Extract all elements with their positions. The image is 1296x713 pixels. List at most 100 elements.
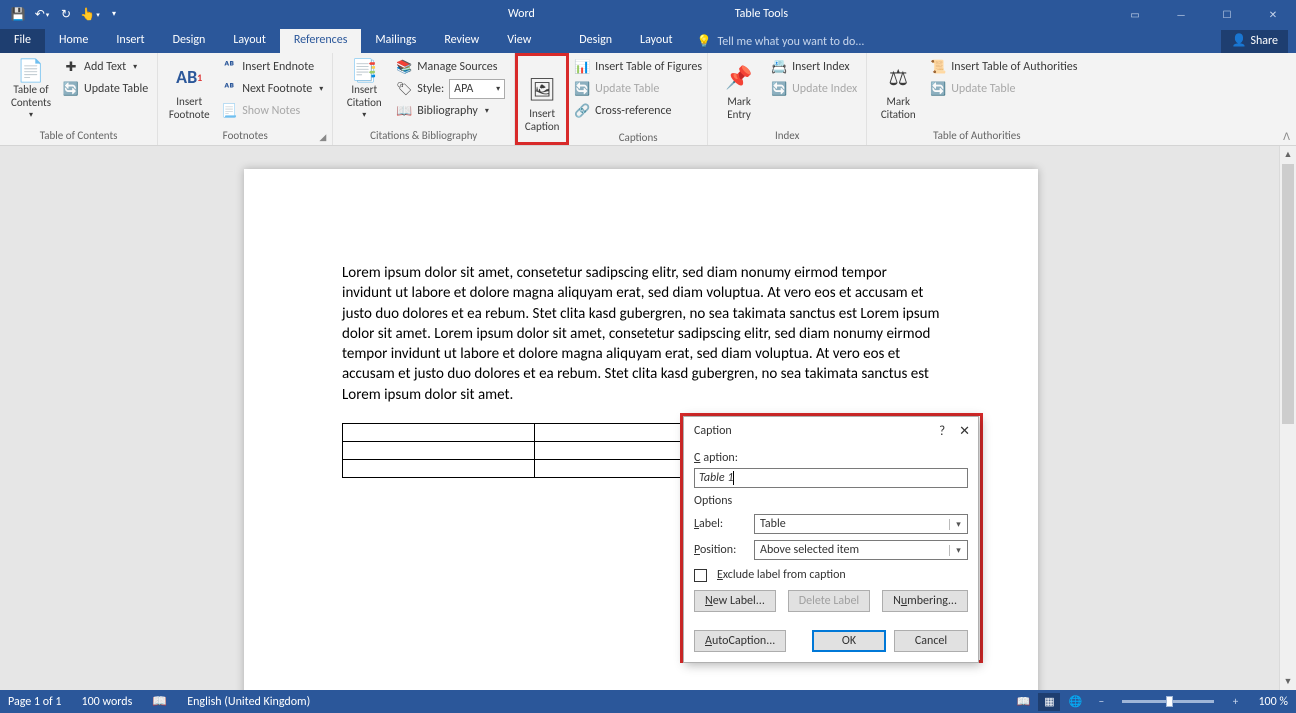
book-icon: 📖 (152, 694, 167, 709)
close-button[interactable]: ✕ (959, 424, 970, 439)
qat-customize[interactable]: ▾ (102, 2, 126, 26)
title-area: Word Table Tools (508, 7, 788, 21)
text-cursor (733, 471, 734, 485)
undo-button[interactable]: ↶▾ (30, 2, 54, 26)
group-toc: 📄 Table of Contents ▾ ✚Add Text▾ 🔄Update… (0, 53, 158, 145)
endnote-icon: ᴬᴮ (221, 59, 237, 75)
group-label-toc: Table of Contents (4, 127, 153, 145)
statusbar: Page 1 of 1 100 words 📖 English (United … (0, 690, 1296, 713)
cancel-button[interactable]: Cancel (894, 630, 968, 652)
scroll-down-arrow[interactable]: ▼ (1280, 673, 1296, 690)
chevron-down-icon: ▾ (949, 545, 964, 556)
caption-dialog: Caption ? ✕ Caption: Table 1 Options Lab… (683, 416, 979, 663)
tab-layout[interactable]: Layout (219, 29, 280, 53)
style-icon: 🏷 (396, 81, 412, 97)
autocaption-button[interactable]: AutoCaption... (694, 630, 786, 652)
new-label-button[interactable]: New Label... (694, 590, 776, 612)
delete-label-button: Delete Label (788, 590, 870, 612)
tab-view[interactable]: View (493, 29, 545, 53)
tab-table-layout[interactable]: Layout (626, 29, 687, 53)
tab-home[interactable]: Home (45, 29, 102, 53)
chevron-down-icon: ▾ (362, 109, 366, 122)
bibliography-button[interactable]: 📖Bibliography▾ (391, 100, 510, 122)
update-index-button[interactable]: 🔄Update Index (766, 78, 862, 100)
titlebar: 💾 ↶▾ ↻ 👆▾ ▾ Word Table Tools ▭ — ☐ ✕ (0, 0, 1296, 28)
insert-toa-button[interactable]: 📜Insert Table of Authorities (925, 56, 1082, 78)
tab-design[interactable]: Design (159, 29, 220, 53)
mark-entry-button[interactable]: 📌 Mark Entry (712, 56, 766, 122)
tab-file[interactable]: File (0, 29, 45, 53)
caption-input[interactable]: Table 1 (694, 468, 968, 488)
touch-mode-button[interactable]: 👆▾ (78, 2, 102, 26)
sources-icon: 📚 (396, 59, 412, 75)
zoom-in-button[interactable]: + (1224, 693, 1246, 711)
ribbon-display-options[interactable]: ▭ (1112, 0, 1158, 28)
proofing-button[interactable]: 📖 (152, 694, 167, 709)
scroll-thumb[interactable] (1282, 164, 1294, 424)
manage-sources-button[interactable]: 📚Manage Sources (391, 56, 510, 78)
show-notes-button[interactable]: 📃Show Notes (216, 100, 328, 122)
tab-references[interactable]: References (280, 29, 362, 53)
zoom-slider[interactable] (1122, 700, 1214, 703)
insert-footnote-button[interactable]: AB1 Insert Footnote (162, 56, 216, 122)
redo-button[interactable]: ↻ (54, 2, 78, 26)
collapse-ribbon-button[interactable]: ᐱ (1283, 130, 1290, 143)
minimize-button[interactable]: — (1158, 0, 1204, 28)
word-count[interactable]: 100 words (82, 695, 133, 709)
group-label-captions: Captions (569, 129, 707, 147)
insert-index-button[interactable]: 📇Insert Index (766, 56, 862, 78)
paragraph[interactable]: Lorem ipsum dolor sit amet, consetetur s… (342, 263, 940, 405)
tell-me-search[interactable]: 💡 Tell me what you want to do... (697, 34, 865, 53)
update-tof-button[interactable]: 🔄Update Table (569, 78, 707, 100)
tab-mailings[interactable]: Mailings (361, 29, 430, 53)
page-count[interactable]: Page 1 of 1 (8, 695, 62, 709)
read-mode-button[interactable]: 📖 (1012, 693, 1034, 711)
close-window-button[interactable]: ✕ (1250, 0, 1296, 28)
bibliography-icon: 📖 (396, 103, 412, 119)
zoom-level[interactable]: 100 % (1258, 695, 1288, 709)
caption-icon: 🖼 (526, 73, 558, 105)
group-index: 📌 Mark Entry 📇Insert Index 🔄Update Index… (708, 53, 867, 145)
cross-reference-button[interactable]: 🔗Cross-reference (569, 100, 707, 122)
ok-button[interactable]: OK (812, 630, 886, 652)
cross-ref-icon: 🔗 (574, 103, 590, 119)
web-layout-button[interactable]: 🌐 (1064, 693, 1086, 711)
share-button[interactable]: 👤 Share (1221, 30, 1288, 53)
mark-citation-icon: ⚖ (882, 61, 914, 93)
insert-caption-button[interactable]: 🖼 Insert Caption (515, 53, 569, 145)
label-select[interactable]: Table▾ (754, 514, 968, 534)
scroll-up-arrow[interactable]: ▲ (1280, 146, 1296, 163)
zoom-out-button[interactable]: − (1090, 693, 1112, 711)
print-layout-button[interactable]: ▦ (1038, 693, 1060, 711)
toc-button[interactable]: 📄 Table of Contents ▾ (4, 56, 58, 122)
mark-citation-button[interactable]: ⚖ Mark Citation (871, 56, 925, 122)
update-toc-button[interactable]: 🔄Update Table (58, 78, 153, 100)
save-button[interactable]: 💾 (6, 2, 30, 26)
vertical-scrollbar[interactable]: ▲ ▼ (1279, 146, 1296, 690)
tab-review[interactable]: Review (430, 29, 493, 53)
insert-endnote-button[interactable]: ᴬᴮInsert Endnote (216, 56, 328, 78)
maximize-button[interactable]: ☐ (1204, 0, 1250, 28)
position-select[interactable]: Above selected item▾ (754, 540, 968, 560)
insert-citation-button[interactable]: 📑 Insert Citation ▾ (337, 56, 391, 122)
update-icon: 🔄 (63, 81, 79, 97)
help-button[interactable]: ? (939, 424, 945, 439)
chevron-down-icon: ▾ (496, 84, 500, 94)
style-select[interactable]: APA▾ (449, 79, 505, 99)
options-label: Options (694, 494, 968, 508)
next-footnote-button[interactable]: ᴬᴮNext Footnote▾ (216, 78, 328, 100)
insert-table-of-figures-button[interactable]: 📊Insert Table of Figures (569, 56, 707, 78)
group-label-citations: Citations & Bibliography (337, 127, 510, 145)
add-text-button[interactable]: ✚Add Text▾ (58, 56, 153, 78)
exclude-checkbox[interactable] (694, 569, 707, 582)
dialog-launcher-icon[interactable]: ◢ (319, 132, 326, 143)
zoom-thumb[interactable] (1166, 696, 1173, 707)
exclude-label[interactable]: Exclude label from caption (717, 568, 846, 582)
tab-insert[interactable]: Insert (102, 29, 158, 53)
show-notes-icon: 📃 (221, 103, 237, 119)
numbering-button[interactable]: Numbering... (882, 590, 968, 612)
language-button[interactable]: English (United Kingdom) (187, 695, 310, 709)
tab-table-design[interactable]: Design (565, 29, 626, 53)
group-authorities: ⚖ Mark Citation 📜Insert Table of Authori… (867, 53, 1086, 145)
update-toa-button[interactable]: 🔄Update Table (925, 78, 1082, 100)
